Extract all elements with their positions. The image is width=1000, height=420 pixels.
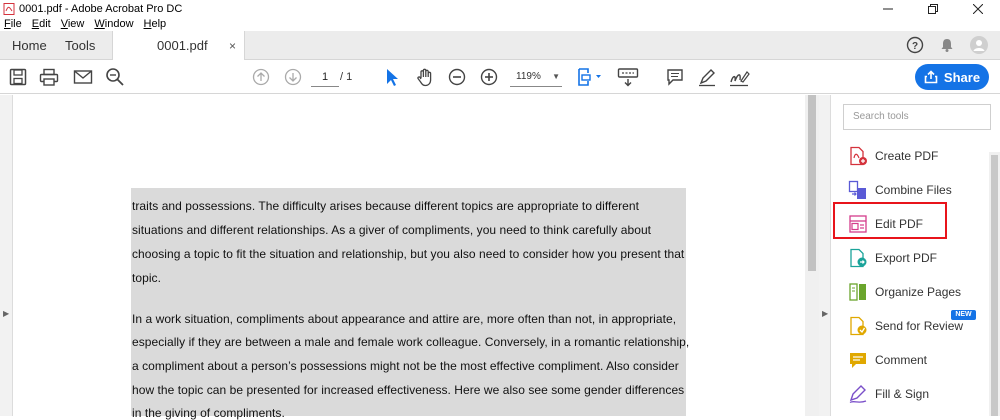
comment-icon[interactable] <box>664 66 686 88</box>
previous-page-icon[interactable] <box>250 66 272 88</box>
minimize-button[interactable] <box>865 0 910 17</box>
acrobat-app-icon <box>3 2 15 15</box>
doc-text-line[interactable]: topic. <box>132 271 161 285</box>
doc-text-line[interactable]: a compliment about a person’s possession… <box>132 359 679 373</box>
menu-help[interactable]: Help <box>144 18 167 30</box>
close-icon <box>972 3 983 14</box>
tool-export-pdf[interactable]: Export PDF <box>848 248 937 268</box>
doc-text-line[interactable]: especially if they are between a male an… <box>132 335 689 349</box>
svg-text:?: ? <box>912 41 918 52</box>
fill-sign-icon <box>848 384 868 404</box>
export-pdf-icon <box>848 248 868 268</box>
tool-label: Fill & Sign <box>875 387 930 401</box>
tool-organize-pages[interactable]: Organize Pages <box>848 282 961 302</box>
tools-pane: Search tools Create PDF Combine Files Ed… <box>832 95 1000 416</box>
restore-icon <box>927 3 938 14</box>
tool-label: Combine Files <box>875 183 952 197</box>
tool-label: Send for Review <box>875 319 964 333</box>
tools-pane-toggle[interactable]: ▶ <box>819 95 831 416</box>
left-navigation-panel[interactable]: ▶ <box>0 95 13 416</box>
menu-bar: File Edit View Window Help <box>0 17 1000 31</box>
close-window-button[interactable] <box>955 0 1000 17</box>
new-badge: NEW <box>951 310 976 320</box>
tool-label: Organize Pages <box>875 285 962 299</box>
tab-document[interactable]: 0001.pdf × <box>112 31 245 60</box>
menu-accelerator: H <box>143 18 152 30</box>
organize-pages-icon <box>848 282 868 302</box>
create-pdf-icon <box>848 146 868 166</box>
title-bar: 0001.pdf - Adobe Acrobat Pro DC <box>0 0 1000 17</box>
share-button[interactable]: Share <box>915 64 989 90</box>
edit-pdf-annotation-box <box>833 202 947 239</box>
chevron-down-icon: ▼ <box>552 72 560 81</box>
menu-accelerator: V <box>60 18 68 30</box>
page-display-icon[interactable] <box>576 66 604 88</box>
next-page-icon[interactable] <box>282 66 304 88</box>
minimize-icon <box>882 8 893 9</box>
user-avatar-icon[interactable] <box>970 36 988 54</box>
tool-comment[interactable]: Comment <box>848 350 927 370</box>
tool-fill-sign[interactable]: Fill & Sign <box>848 384 929 404</box>
search-tools-input[interactable]: Search tools <box>843 104 991 130</box>
tool-label: Export PDF <box>875 251 938 265</box>
page-total: / 1 <box>340 71 353 83</box>
collapse-tools-pane-icon[interactable]: ▶ <box>822 309 828 318</box>
doc-text-line[interactable]: traits and possessions. The difficulty a… <box>132 199 639 213</box>
tool-send-for-review[interactable]: Send for Review <box>848 316 963 336</box>
document-scrollbar-thumb[interactable] <box>808 95 816 271</box>
zoom-level-select[interactable]: 119% ▼ <box>510 67 562 87</box>
tools-pane-scrollbar-thumb[interactable] <box>991 155 998 416</box>
tool-label: Create PDF <box>875 149 939 163</box>
menu-edit[interactable]: Edit <box>32 18 51 30</box>
save-icon[interactable] <box>7 66 29 88</box>
zoom-level-value: 119% <box>516 71 541 82</box>
main-toolbar: 1 / 1 119% ▼ Share <box>0 60 1000 94</box>
keyboard-scroll-icon[interactable] <box>616 66 640 88</box>
menu-window[interactable]: Window <box>94 18 133 30</box>
menu-accelerator: W <box>94 18 105 30</box>
highlight-pen-icon[interactable] <box>696 66 718 88</box>
close-tab-icon[interactable]: × <box>229 39 236 53</box>
tool-combine-files[interactable]: Combine Files <box>848 180 952 200</box>
tools-pane-scrollbar[interactable] <box>989 152 1000 416</box>
doc-text-line[interactable]: situations and different relationships. … <box>132 223 651 237</box>
page-number-input[interactable]: 1 <box>311 67 339 87</box>
email-icon[interactable] <box>72 66 94 88</box>
doc-text-line[interactable]: choosing a topic to fit the situation an… <box>132 247 684 261</box>
menu-file[interactable]: File <box>4 18 22 30</box>
tab-bar: Home Tools 0001.pdf × ? <box>0 31 1000 60</box>
zoom-in-icon[interactable] <box>478 66 500 88</box>
tab-home[interactable]: Home <box>12 31 47 60</box>
window-title: 0001.pdf - Adobe Acrobat Pro DC <box>19 2 183 15</box>
search-icon[interactable] <box>104 66 126 88</box>
doc-text-line[interactable]: in the giving of compliments. <box>132 406 285 420</box>
restore-button[interactable] <box>910 0 955 17</box>
tab-document-label: 0001.pdf <box>157 38 208 53</box>
select-tool-icon[interactable] <box>381 66 403 88</box>
document-scrollbar[interactable] <box>805 95 819 416</box>
notifications-bell-icon[interactable] <box>938 36 956 54</box>
tool-create-pdf[interactable]: Create PDF <box>848 146 938 166</box>
comment-tool-icon <box>848 350 868 370</box>
hand-tool-icon[interactable] <box>414 66 436 88</box>
doc-text-line[interactable]: In a work situation, compliments about a… <box>132 312 676 326</box>
menu-accelerator: E <box>31 18 40 30</box>
help-icon[interactable]: ? <box>906 36 924 54</box>
zoom-out-icon[interactable] <box>446 66 468 88</box>
menu-view[interactable]: View <box>61 18 85 30</box>
combine-files-icon <box>848 180 868 200</box>
menu-accelerator: F <box>4 18 11 30</box>
share-icon <box>924 70 938 84</box>
share-button-label: Share <box>943 69 981 85</box>
print-icon[interactable] <box>38 66 60 88</box>
send-for-review-icon <box>848 316 868 336</box>
expand-left-panel-icon[interactable]: ▶ <box>3 309 9 318</box>
doc-text-line[interactable]: how the topic can be presented for incre… <box>132 383 684 397</box>
tool-label: Comment <box>875 353 928 367</box>
sign-icon[interactable] <box>728 66 750 88</box>
tab-tools[interactable]: Tools <box>65 31 95 60</box>
